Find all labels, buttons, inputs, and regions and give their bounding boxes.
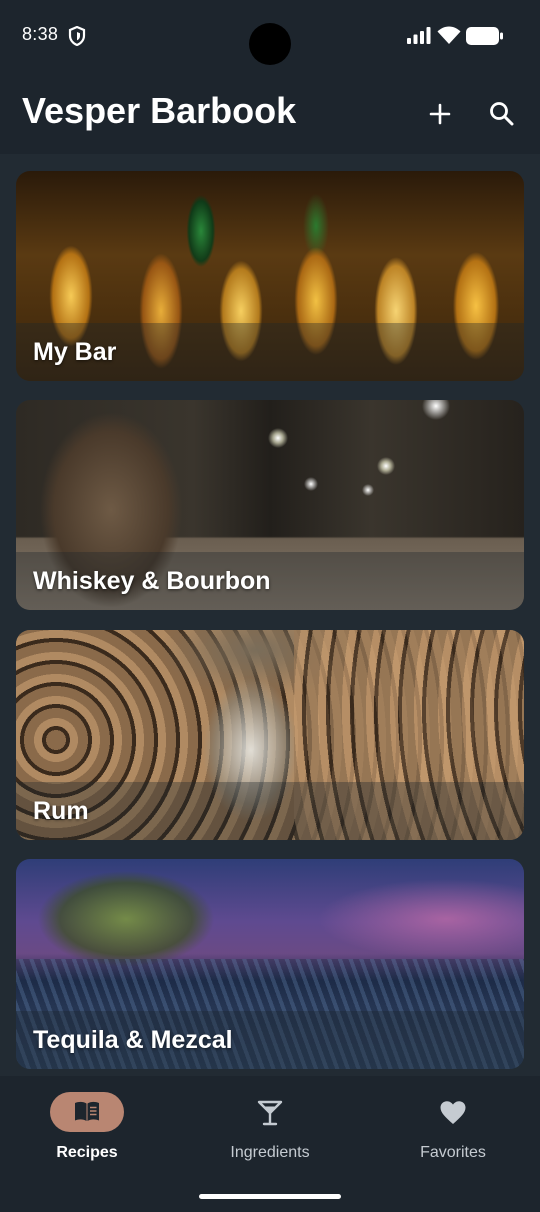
- category-card-tequila-mezcal[interactable]: Tequila & Mezcal: [16, 859, 524, 1069]
- add-icon: [429, 103, 451, 125]
- category-title: Rum: [33, 797, 89, 825]
- shield-icon: [68, 26, 86, 46]
- add-button[interactable]: [424, 98, 456, 130]
- camera-cutout: [249, 23, 291, 65]
- status-bar: 8:38: [0, 0, 540, 72]
- nav-label: Ingredients: [230, 1144, 310, 1161]
- nav-label: Recipes: [56, 1144, 118, 1161]
- home-indicator[interactable]: [199, 1194, 341, 1199]
- category-card-whiskey-bourbon[interactable]: Whiskey & Bourbon: [16, 400, 524, 610]
- app-bar: Vesper Barbook: [0, 72, 540, 154]
- category-title: Tequila & Mezcal: [33, 1026, 233, 1054]
- nav-item-favorites[interactable]: Favorites: [363, 1092, 540, 1172]
- battery-icon: [466, 27, 503, 45]
- nav-label: Favorites: [420, 1144, 486, 1161]
- category-card-rum[interactable]: Rum: [16, 630, 524, 840]
- category-list: My Bar Whiskey & Bourbon Rum Tequila & M…: [0, 154, 540, 1076]
- search-button[interactable]: [486, 98, 518, 130]
- nav-item-recipes[interactable]: Recipes: [0, 1092, 177, 1172]
- page-title: Vesper Barbook: [22, 90, 297, 131]
- cocktail-glass-icon: [257, 1100, 283, 1126]
- wifi-icon: [437, 26, 461, 44]
- bottom-navigation: Recipes Ingredients Favorites: [0, 1076, 540, 1212]
- nav-item-ingredients[interactable]: Ingredients: [180, 1092, 360, 1172]
- signal-icon: [407, 27, 431, 44]
- card-overlay: [16, 782, 524, 840]
- category-card-my-bar[interactable]: My Bar: [16, 171, 524, 381]
- category-title: Whiskey & Bourbon: [33, 567, 271, 595]
- status-time: 8:38: [22, 24, 59, 44]
- category-title: My Bar: [33, 338, 117, 366]
- book-icon: [75, 1101, 99, 1121]
- search-icon: [490, 102, 514, 126]
- heart-icon: [440, 1101, 466, 1124]
